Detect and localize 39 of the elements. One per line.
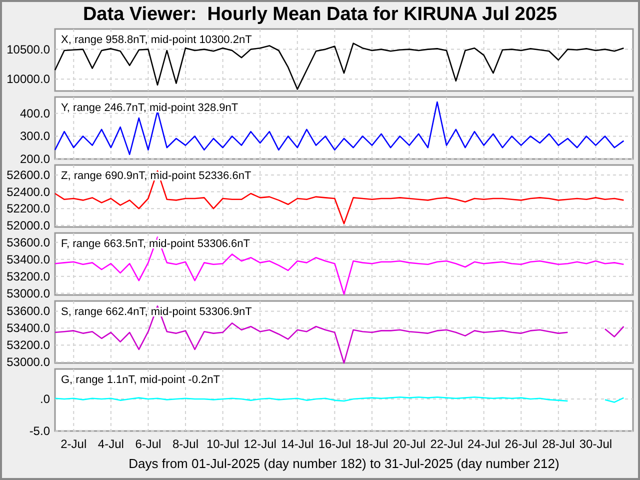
tick-label: 52400.0 [6,184,50,199]
tick-label: 53000.0 [6,355,50,367]
tick-label: 52200.0 [6,202,50,216]
tick-label: 53600.0 [6,304,50,318]
tick-label: 53200.0 [6,269,50,284]
tick-label: 20-Jul [392,437,426,451]
series-label: G, range 1.1nT, mid-point -0.2nT [61,374,220,386]
tick-label: 53000.0 [6,286,50,299]
series-label: X, range 958.8nT, mid-point 10300.2nT [61,34,252,46]
tick-label: 28-Jul [542,437,575,451]
tick-label: 53400.0 [6,252,50,266]
tick-label: -5.0 [29,424,50,438]
tick-label: 8-Jul [172,437,199,451]
tick-label: 300.0 [20,129,50,144]
tick-label: 200.0 [20,152,50,163]
tick-label: 12-Jul [244,437,276,451]
tick-label: 10-Jul [206,437,240,451]
chart-title: Data Viewer: Hourly Mean Data for KIRUNA Jul 2025 [82,3,558,27]
tick-label: 14-Jul [281,437,314,451]
tick-label: 52600.0 [6,168,50,182]
tick-label: 24-Jul [468,437,500,451]
tick-label: 53400.0 [6,321,50,336]
tick-label: .0 [40,392,50,406]
tick-label: 52000.0 [6,218,50,231]
tick-label: 53600.0 [6,235,50,250]
series-label: Y, range 246.7nT, mid-point 328.9nT [61,102,238,114]
tick-label: 10000.0 [6,72,50,86]
tick-label: 53200.0 [6,338,50,352]
tick-label: 2-Jul [60,437,87,451]
tick-label: 400.0 [20,106,50,120]
tick-label: 30-Jul [579,437,612,451]
tick-label: 18-Jul [356,437,388,451]
tick-label: 6-Jul [135,437,162,451]
tick-label: 4-Jul [98,437,124,451]
tick-label: 10500.0 [6,42,50,56]
tick-label: 16-Jul [318,437,352,451]
axis-title: Days from 01-Jul-2025 (day number 182) to 31-Jul-2025 (day number 212) [128,456,560,471]
tick-label: 22-Jul [430,437,463,451]
tick-label: 26-Jul [504,437,538,451]
